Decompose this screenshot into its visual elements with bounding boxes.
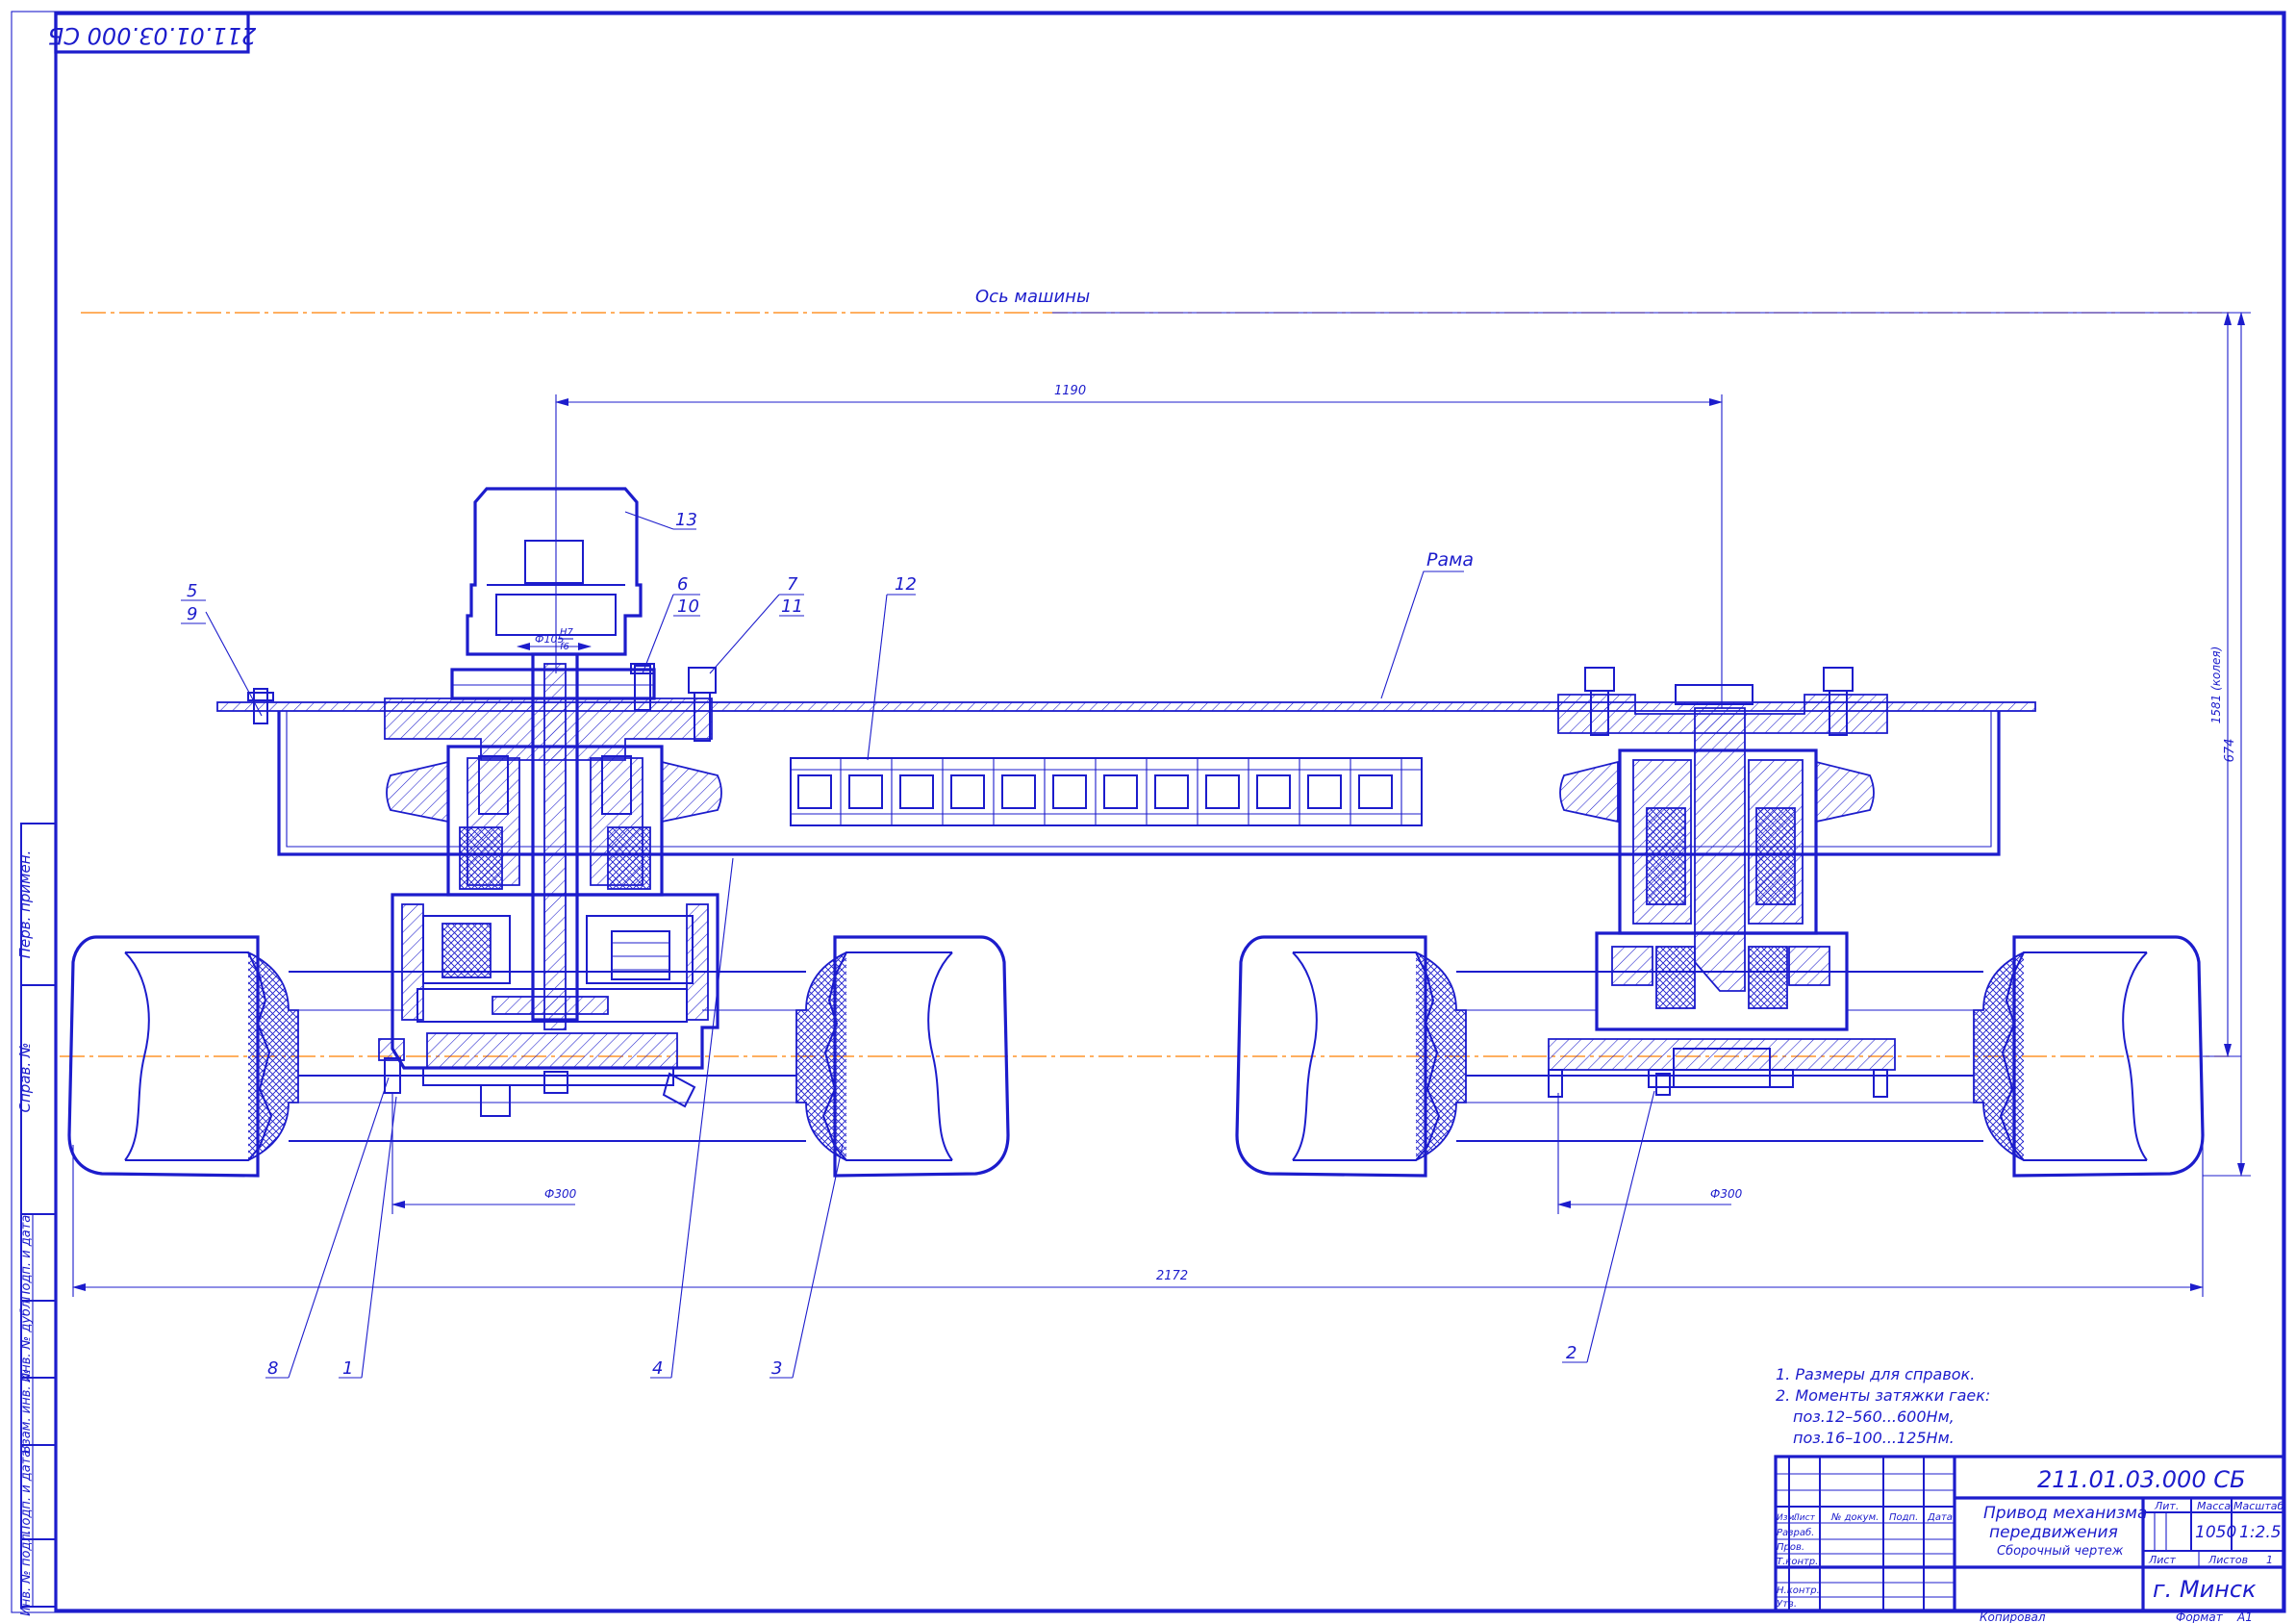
stamp-name-1: Привод механизма	[1983, 1504, 2147, 1523]
pos-8: 8	[267, 1358, 278, 1379]
pos-1: 1	[342, 1358, 353, 1379]
stamp-sheets-label: Листов	[2208, 1554, 2248, 1566]
callout-7-11: 7 11	[709, 574, 804, 674]
note-4: поз.16–100...125Нм.	[1793, 1429, 1955, 1447]
side-stamp-7: Инв. № подл.	[19, 1530, 34, 1616]
dimension-phi300-right: Ф300	[1557, 1093, 1743, 1214]
pos-12: 12	[895, 574, 917, 595]
pos-13: 13	[675, 510, 697, 530]
chain-link	[1358, 774, 1393, 809]
stamp-list-col: Лист	[1792, 1513, 1816, 1523]
callout-1: 1	[339, 1096, 397, 1379]
frame-label: Рама	[1426, 549, 1474, 571]
stamp-prov: Пров.	[1777, 1542, 1804, 1553]
stamp-designation: 211.01.03.000 СБ	[2037, 1466, 2245, 1493]
callout-12: 12	[867, 574, 917, 761]
chain-link	[1256, 774, 1291, 809]
pos-10: 10	[677, 596, 699, 617]
chain-link	[950, 774, 985, 809]
stamp-doc-type: Сборочный чертеж	[1997, 1544, 2124, 1559]
pos-6: 6	[677, 574, 688, 595]
stamp-tkontr: Т.контр.	[1777, 1557, 1818, 1567]
stamp-copied: Копировал	[1980, 1610, 2046, 1623]
chain-link	[899, 774, 934, 809]
dim-1190-text: 1190	[1054, 384, 1086, 398]
stamp-format-label: Формат	[2176, 1610, 2224, 1623]
stamp-scale-label: Масштаб	[2233, 1500, 2283, 1512]
chain-link	[797, 774, 832, 809]
note-3: поз.12–560...600Нм,	[1793, 1407, 1955, 1426]
chain-link	[1154, 774, 1189, 809]
chain-link	[1052, 774, 1087, 809]
stamp-doc-col: № докум.	[1830, 1512, 1879, 1523]
pos-3: 3	[771, 1358, 782, 1379]
pos-5: 5	[187, 581, 197, 601]
fit-callout: Ф105 H7 f6	[517, 627, 592, 652]
callout-5-9: 5 9	[181, 581, 263, 717]
chain-link	[848, 774, 883, 809]
stamp-nkontr: Н.контр.	[1777, 1585, 1820, 1596]
pos-9: 9	[187, 604, 197, 624]
stamp-org: г. Минск	[2153, 1576, 2257, 1603]
note-2: 2. Моменты затяжки гаек:	[1776, 1386, 1990, 1405]
stamp-name-2: передвижения	[1989, 1523, 2118, 1542]
fit-num-text: H7	[560, 627, 574, 638]
stamp-date-col: Дата	[1927, 1512, 1953, 1523]
dim-phi300-left-text: Ф300	[544, 1187, 577, 1201]
stamp-format: А1	[2236, 1610, 2253, 1623]
drawing-sheet: 211.01.03.000 СБ Перв. примен. Справ. № …	[11, 11, 2286, 1623]
side-stamp-2: Справ. №	[16, 1043, 34, 1113]
stamp-lit-label: Лит.	[2154, 1500, 2179, 1512]
right-drive-unit	[1548, 667, 1896, 1098]
chain-link	[1307, 774, 1342, 809]
pos-11: 11	[781, 596, 803, 617]
title-block: 211.01.03.000 СБ Привод механизма передв…	[1774, 1455, 2285, 1612]
stamp-sheet-label: Лист	[2148, 1554, 2176, 1566]
stamp-razrab: Разраб.	[1777, 1527, 1814, 1538]
corner-code-box: 211.01.03.000 СБ	[48, 12, 256, 54]
stamp-scale: 1:2.5	[2239, 1523, 2282, 1542]
side-stamp-5: Взам. инв. №	[19, 1369, 34, 1454]
fit-den-text: f6	[560, 642, 569, 652]
axis-label: Ось машины	[975, 287, 1090, 307]
callout-2: 2	[1562, 1090, 1655, 1363]
side-stamp-3: Подп. и дата	[19, 1215, 34, 1301]
chain	[790, 757, 1423, 826]
chain-link	[1001, 774, 1036, 809]
dim-phi300-right-text: Ф300	[1710, 1187, 1743, 1201]
stamp-utv: Утв.	[1777, 1599, 1797, 1610]
dim-674-text: 674	[2223, 739, 2237, 763]
callout-3: 3	[770, 1144, 844, 1379]
stamp-mass-label: Масса	[2197, 1500, 2231, 1512]
chain-link	[1205, 774, 1240, 809]
dimension-1190: 1190	[555, 384, 1723, 708]
dimension-phi300-left: Ф300	[391, 1093, 577, 1214]
pos-2: 2	[1566, 1343, 1577, 1363]
pos-4: 4	[652, 1358, 663, 1379]
technical-notes: 1. Размеры для справок. 2. Моменты затяж…	[1776, 1365, 1990, 1447]
side-stamp-1: Перв. примен.	[16, 850, 34, 959]
side-stamp: Перв. примен. Справ. № Подп. и дата Инв.…	[16, 823, 57, 1616]
callout-6-10: 6 10	[642, 574, 700, 674]
left-drive-unit	[247, 487, 722, 1117]
dimension-1581: 1581 (колея)	[2203, 312, 2241, 1057]
dim-2172-text: 2172	[1156, 1269, 1188, 1283]
chain-link	[1103, 774, 1138, 809]
stamp-mass: 1050	[2195, 1523, 2236, 1542]
stamp-sheets: 1	[2266, 1554, 2273, 1566]
dim-1581-text: 1581 (колея)	[2209, 647, 2223, 724]
side-stamp-6: Подп. и дата	[19, 1450, 34, 1535]
pos-7: 7	[787, 574, 798, 595]
stamp-sign-col: Подп.	[1889, 1512, 1918, 1523]
corner-code: 211.01.03.000 СБ	[48, 22, 256, 49]
note-1: 1. Размеры для справок.	[1776, 1365, 1975, 1383]
